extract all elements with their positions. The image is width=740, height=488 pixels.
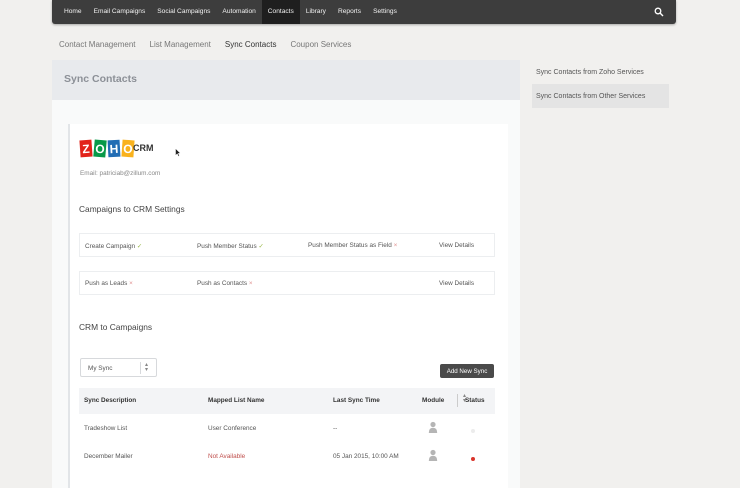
- nav-home[interactable]: Home: [58, 0, 88, 24]
- add-new-sync-button[interactable]: Add New Sync: [440, 364, 494, 378]
- top-nav-items: Home Email Campaigns Social Campaigns Au…: [58, 0, 403, 24]
- column-status: Status: [465, 397, 485, 404]
- nav-reports[interactable]: Reports: [332, 0, 367, 24]
- nav-email-campaigns[interactable]: Email Campaigns: [88, 0, 152, 24]
- campaigns-to-crm-title: Campaigns to CRM Settings: [79, 204, 185, 214]
- logo-tile-h: H: [107, 139, 121, 158]
- sub-navigation: Contact Management List Management Sync …: [59, 40, 351, 49]
- top-navigation-bar: Home Email Campaigns Social Campaigns Au…: [52, 0, 676, 24]
- nav-contacts[interactable]: Contacts: [261, 0, 300, 24]
- create-campaign-label: Create Campaign: [85, 243, 136, 250]
- view-details-link[interactable]: View Details: [439, 280, 474, 287]
- user-icon: [428, 449, 438, 461]
- create-campaign-setting: Create Campaign ✓: [85, 242, 142, 250]
- settings-row-1: Create Campaign ✓ Push Member Status ✓ P…: [79, 233, 495, 257]
- panel-header: Sync Contacts: [52, 60, 520, 100]
- push-leads-setting: Push as Leads ×: [85, 280, 133, 287]
- column-module: Module: [422, 397, 445, 404]
- nav-library[interactable]: Library: [300, 0, 332, 24]
- crm-label: CRM: [133, 143, 154, 153]
- settings-row-2: Push as Leads × Push as Contacts × View …: [79, 271, 495, 295]
- cross-icon: ×: [129, 280, 133, 287]
- subnav-sync-contacts[interactable]: Sync Contacts: [225, 40, 277, 49]
- column-last-sync-time[interactable]: Last Sync Time: [333, 397, 380, 404]
- status-indicator: [471, 457, 475, 461]
- last-sync-time: --: [333, 425, 338, 432]
- push-member-status-setting: Push Member Status ✓: [197, 242, 264, 250]
- subnav-list-management[interactable]: List Management: [150, 40, 211, 49]
- logo-tile-o1: O: [93, 139, 107, 158]
- mapped-list-name: User Conference: [208, 425, 257, 432]
- select-divider: [140, 362, 141, 374]
- status-indicator: [471, 429, 475, 433]
- push-contacts-setting: Push as Contacts ×: [197, 280, 253, 287]
- crm-to-campaigns-title: CRM to Campaigns: [79, 322, 153, 332]
- sync-table-header: Sync Description Mapped List Name Last S…: [79, 388, 495, 414]
- check-icon: ✓: [258, 243, 264, 250]
- table-row: Tradeshow List User Conference --: [79, 415, 495, 443]
- last-sync-time: 05 Jan 2015, 10:00 AM: [333, 453, 399, 460]
- user-icon: [428, 421, 438, 433]
- sync-filter-select[interactable]: My Sync ▴ ▾: [80, 358, 157, 377]
- page-title: Sync Contacts: [64, 73, 137, 85]
- subnav-contact-management[interactable]: Contact Management: [59, 40, 136, 49]
- mouse-pointer-icon: [175, 148, 181, 157]
- column-mapped-list-name[interactable]: Mapped List Name: [208, 397, 264, 404]
- view-details-link[interactable]: View Details: [439, 242, 474, 249]
- sidebar-item-other-services[interactable]: Sync Contacts from Other Services: [532, 84, 669, 108]
- nav-settings[interactable]: Settings: [367, 0, 403, 24]
- nav-automation[interactable]: Automation: [216, 0, 261, 24]
- zoho-logo: Z O H O: [79, 139, 135, 158]
- sync-description-link[interactable]: December Mailer: [84, 453, 133, 460]
- push-member-status-field-label: Push Member Status as Field: [308, 242, 392, 249]
- cross-icon: ×: [248, 280, 253, 287]
- account-email: Email: patriciab@zillum.com: [80, 170, 161, 177]
- subnav-coupon-services[interactable]: Coupon Services: [290, 40, 351, 49]
- table-row: December Mailer Not Available 05 Jan 201…: [79, 443, 495, 471]
- up-down-arrows-icon: ▴ ▾: [145, 362, 149, 373]
- cross-icon: ×: [393, 242, 398, 249]
- push-member-status-field-setting: Push Member Status as Field ×: [308, 242, 397, 249]
- sync-description-link[interactable]: Tradeshow List: [84, 425, 127, 432]
- push-contacts-label: Push as Contacts: [197, 280, 248, 287]
- sync-filter-value: My Sync: [88, 365, 113, 372]
- nav-social-campaigns[interactable]: Social Campaigns: [151, 0, 216, 24]
- check-icon: ✓: [136, 243, 143, 250]
- push-leads-label: Push as Leads: [85, 280, 128, 287]
- search-icon[interactable]: [654, 7, 664, 17]
- sidebar-item-zoho-services[interactable]: Sync Contacts from Zoho Services: [532, 60, 669, 84]
- sort-divider: [457, 394, 458, 407]
- column-sync-description[interactable]: Sync Description: [84, 397, 136, 404]
- logo-tile-z: Z: [79, 139, 93, 158]
- mapped-list-name: Not Available: [208, 453, 246, 460]
- push-member-status-label: Push Member Status: [197, 243, 257, 250]
